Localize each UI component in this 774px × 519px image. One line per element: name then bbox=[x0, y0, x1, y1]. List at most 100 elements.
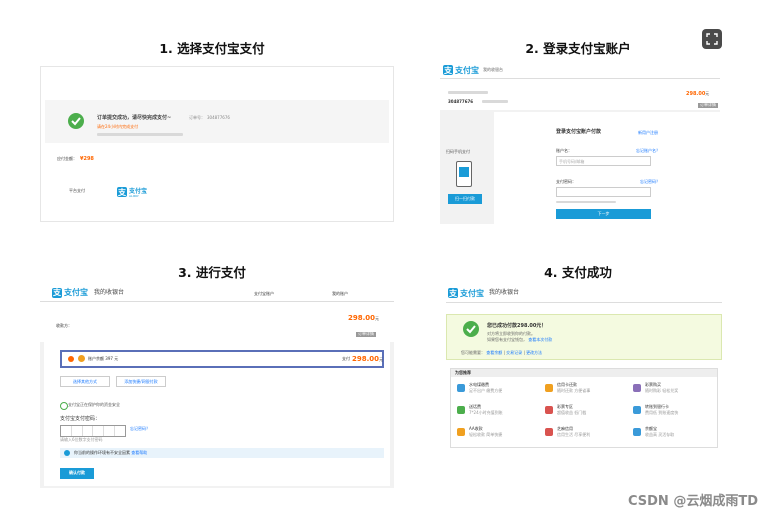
step1-title: 1. 选择支付宝支付 bbox=[159, 41, 265, 56]
cashier-label: 我的收银台 bbox=[483, 66, 503, 72]
pay-amount: ¥298 bbox=[80, 156, 94, 162]
check-icon bbox=[68, 113, 84, 129]
pay-amount-label: 应付金额： bbox=[57, 156, 77, 161]
payment-body: 账户余额 397 元 支付 298.00元 选择其他方式 添加快捷/网银付款 支… bbox=[44, 342, 390, 486]
recommend-item-desc: 费用低 到账速度快 bbox=[645, 410, 679, 415]
shield-icon bbox=[60, 402, 68, 410]
info-icon bbox=[64, 450, 70, 456]
cashier-label: 我的收银台 bbox=[94, 288, 125, 296]
amount: 298.00元 bbox=[686, 91, 710, 97]
account-input[interactable]: 手机号码/邮箱 bbox=[556, 156, 651, 166]
link-method[interactable]: 更改方法 bbox=[526, 350, 542, 355]
recommend-item[interactable]: 余额宝 收益高 灵活存取 bbox=[633, 425, 717, 445]
amount-hint: 请在24小时内完成支付 bbox=[97, 124, 139, 129]
my-account-link[interactable]: 我的账户 bbox=[332, 291, 348, 297]
order-number: 304877676 bbox=[207, 115, 230, 120]
alipay-option[interactable]: 支 支付宝 ALIPAY bbox=[117, 185, 177, 199]
recommend-item[interactable]: 转账到银行卡 费用低 到账速度快 bbox=[633, 403, 717, 423]
recommend-item-desc: 信用生活 尽享便利 bbox=[557, 432, 591, 437]
login-form: 登录支付宝账户付款 新用户注册 账户名： 忘记账户名？ 手机号码/邮箱 支付密码… bbox=[494, 112, 720, 224]
view-payment-link[interactable]: 查看本次付款 bbox=[528, 337, 552, 342]
register-link[interactable]: 新用户注册 bbox=[638, 130, 658, 136]
panel-step2: 支 支付宝 我的收银台 304877676 298.00元 订单详情 扫码手机支… bbox=[440, 62, 720, 224]
recommend-item[interactable]: 芝麻信用 信用生活 尽享便利 bbox=[545, 425, 629, 445]
order-strip: 收款方： 298.00元 订单详情 bbox=[40, 302, 394, 342]
password-input[interactable] bbox=[556, 187, 651, 197]
step4-title: 4. 支付成功 bbox=[544, 265, 612, 280]
check-icon bbox=[463, 321, 479, 337]
recommend-item[interactable]: 彩票购买 随时购彩 轻松兑奖 bbox=[633, 381, 717, 401]
recommend-item-desc: 足不出户 缴费方便 bbox=[469, 388, 503, 393]
success-sub2: 如果您有支付宝钱包， 查看本次付款 bbox=[487, 337, 553, 342]
header-bar: 支 支付宝 我的收银台 bbox=[446, 284, 722, 303]
cashier-label: 我的收银台 bbox=[489, 289, 520, 297]
csdn-watermark: CSDN @云烟成雨TD bbox=[627, 494, 758, 509]
panel-step3: 支 支付宝 我的收银台 支付宝账户 我的账户 收款方： 298.00元 订单详情… bbox=[40, 284, 394, 488]
confirm-pay-button[interactable]: 确认付款 bbox=[60, 468, 94, 479]
header-bar: 支 支付宝 我的收银台 bbox=[440, 62, 720, 79]
service-icon bbox=[545, 406, 553, 414]
fullscreen-button[interactable] bbox=[702, 29, 722, 49]
brand: 支付宝 bbox=[460, 288, 484, 298]
success-box: 您已成功付款298.00元！ 对方将立即收到你的付款。 如果您有支付宝钱包， 查… bbox=[446, 314, 722, 360]
pay-label: 支付 bbox=[342, 356, 350, 361]
panel-step1: 订单提交成功，请尽快完成支付~ 订单号： 304877676 请在24小时内完成… bbox=[40, 66, 394, 222]
panel-step4: 支 支付宝 我的收银台 您已成功付款298.00元！ 对方将立即收到你的付款。 … bbox=[446, 284, 722, 450]
balance-option[interactable]: 账户余额 397 元 支付 298.00元 bbox=[60, 350, 384, 368]
recommend-item[interactable]: 水电煤缴费 足不出户 缴费方便 bbox=[457, 381, 541, 401]
link-records[interactable]: 交易记录 bbox=[506, 350, 522, 355]
amount: 298.00元 bbox=[348, 314, 380, 322]
other-method-button[interactable]: 选择其他方式 bbox=[60, 376, 110, 387]
recommend-box: 为您推荐 水电煤缴费 足不出户 缴费方便 信用卡还款 随时还款 方便省事 彩票购买 随时购… bbox=[450, 368, 718, 448]
scan-title: 扫码手机支付 bbox=[446, 149, 470, 154]
recommend-item[interactable]: 送话费 7*24小时充值到账 bbox=[457, 403, 541, 423]
radio-selected-icon bbox=[68, 356, 74, 362]
service-icon bbox=[457, 406, 465, 414]
alipay-logo-icon: 支 bbox=[52, 287, 62, 298]
service-icon bbox=[545, 428, 553, 436]
forgot-password-link[interactable]: 忘记密码？ bbox=[130, 426, 150, 432]
detail-line bbox=[97, 133, 183, 136]
order-detail-button[interactable]: 订单详情 bbox=[698, 102, 718, 108]
expand-icon bbox=[706, 33, 718, 45]
order-success-box bbox=[45, 100, 389, 143]
service-icon bbox=[457, 428, 465, 436]
brand: 支付宝 bbox=[455, 65, 479, 75]
balance-label: 账户余额 397 元 bbox=[88, 356, 119, 361]
recommend-item[interactable]: 信用卡还款 随时还款 方便省事 bbox=[545, 381, 629, 401]
alipay-sub: ALIPAY bbox=[129, 193, 139, 198]
forgot-password-link[interactable]: 忘记密码？ bbox=[640, 179, 660, 185]
recommend-item-desc: 超值收益 低门槛 bbox=[557, 410, 587, 415]
service-icon bbox=[633, 384, 641, 392]
add-card-button[interactable]: 添加快捷/网银付款 bbox=[116, 376, 166, 387]
alipay-logo-icon: 支 bbox=[117, 187, 127, 197]
scan-pay-button[interactable]: 扫一扫付款 bbox=[448, 194, 482, 204]
forgot-account-link[interactable]: 忘记账户名？ bbox=[636, 148, 660, 154]
order-no: 304877676 bbox=[448, 99, 474, 104]
order-detail-button[interactable]: 订单详情 bbox=[356, 331, 376, 337]
next-button[interactable]: 下一步 bbox=[556, 209, 651, 219]
service-icon bbox=[633, 428, 641, 436]
recommend-item[interactable]: AA收款 轻松收款 简单快捷 bbox=[457, 425, 541, 445]
alipay-logo-icon: 支 bbox=[443, 65, 453, 75]
alipay-logo-icon: 支 bbox=[448, 288, 458, 298]
platform-pay-label: 平台支付 bbox=[69, 188, 85, 193]
security-tip: 支付宝正在保护你的资金安全 bbox=[68, 402, 120, 407]
password-label: 支付密码： bbox=[556, 179, 576, 184]
order-label: 订单号： bbox=[189, 115, 205, 120]
help-link[interactable]: 查看帮助 bbox=[131, 450, 147, 455]
pay-amount: 298.00元 bbox=[352, 355, 384, 363]
link-balance[interactable]: 查看余额 bbox=[486, 350, 502, 355]
recommend-item-desc: 收益高 灵活存取 bbox=[645, 432, 675, 437]
links-row: 您可能需要： 查看余额 | 交易记录 | 更改方法 bbox=[461, 350, 543, 355]
recommend-item[interactable]: 彩票专区 超值收益 低门槛 bbox=[545, 403, 629, 423]
account-label: 账户名： bbox=[556, 148, 572, 153]
balance-icon bbox=[78, 355, 85, 362]
login-title: 登录支付宝账户付款 bbox=[556, 129, 602, 135]
scan-pay-area: 扫码手机支付 扫一扫付款 bbox=[444, 112, 486, 222]
merchant-label: 收款方： bbox=[56, 323, 72, 328]
recommend-item-desc: 随时还款 方便省事 bbox=[557, 388, 591, 393]
success-title: 您已成功付款298.00元！ bbox=[487, 323, 547, 329]
password-boxes[interactable] bbox=[60, 425, 126, 437]
notice-text: 你当前的操作环境有不安全因素 查看帮助 bbox=[74, 450, 148, 455]
